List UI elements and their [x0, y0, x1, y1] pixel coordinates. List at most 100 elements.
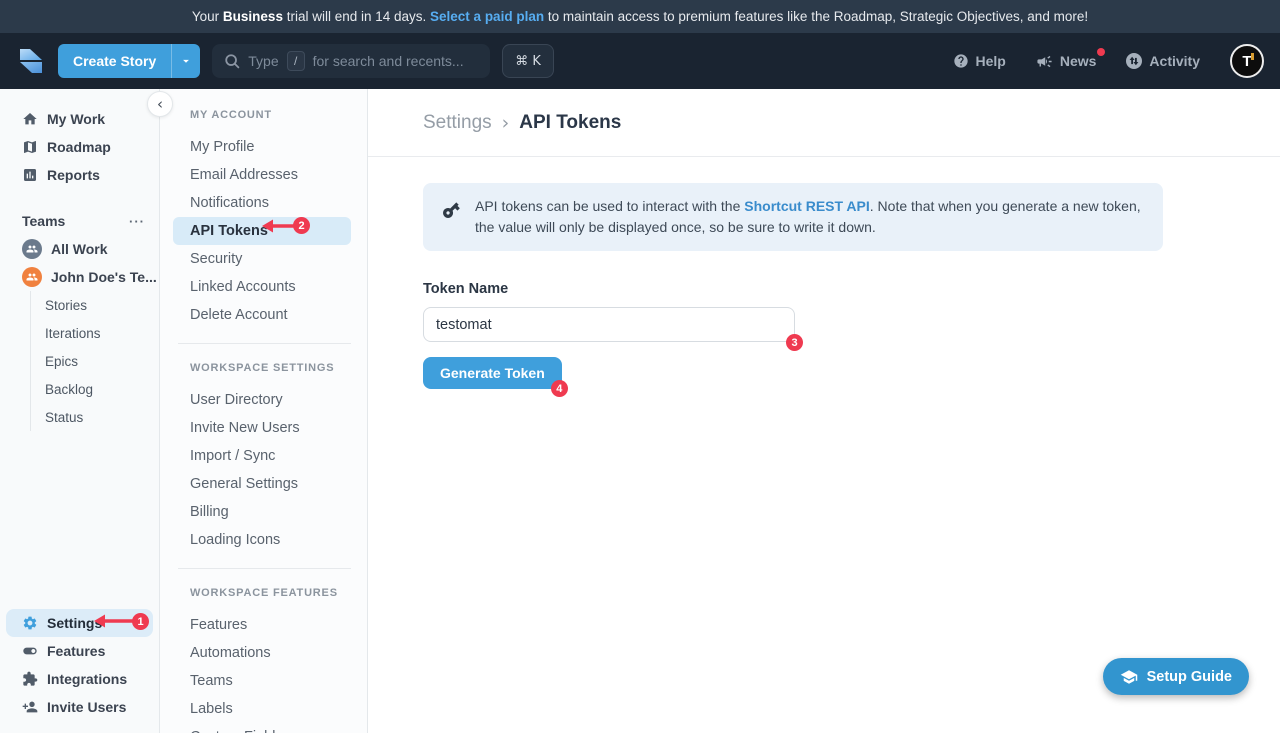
activity-button[interactable]: Activity [1126, 53, 1200, 69]
sidebar-item-all-work[interactable]: All Work [0, 235, 159, 263]
sidebar-item-epics[interactable]: Epics [45, 347, 159, 375]
nav-item-linked-accounts[interactable]: Linked Accounts [160, 273, 367, 301]
nav-item-invite-new-users[interactable]: Invite New Users [160, 414, 367, 442]
page-header: Settings › API Tokens [368, 89, 1280, 157]
rest-api-link[interactable]: Shortcut REST API [744, 198, 870, 214]
sidebar-item-iterations[interactable]: Iterations [45, 319, 159, 347]
section-title-my-account: MY ACCOUNT [160, 105, 367, 125]
create-story-button[interactable]: Create Story [58, 44, 200, 78]
api-info-banner: API tokens can be used to interact with … [423, 183, 1163, 251]
teams-header-label: Teams [22, 213, 65, 229]
api-tokens-content: API tokens can be used to interact with … [368, 157, 1280, 389]
nav-item-billing[interactable]: Billing [160, 498, 367, 526]
nav-item-my-profile[interactable]: My Profile [160, 133, 367, 161]
nav-item-custom-fields[interactable]: Custom Fields [160, 723, 367, 733]
toggle-icon [22, 643, 38, 659]
news-notification-dot [1097, 48, 1105, 56]
token-name-label: Token Name [423, 281, 1280, 297]
sidebar-item-invite-users[interactable]: Invite Users [0, 693, 159, 721]
cmd-k-shortcut[interactable]: ⌘ K [502, 44, 554, 78]
banner-text: Your [192, 9, 223, 24]
nav-item-teams[interactable]: Teams [160, 667, 367, 695]
settings-nav-sidebar: ‹ MY ACCOUNT My Profile Email Addresses … [160, 89, 368, 733]
nav-item-import-sync[interactable]: Import / Sync [160, 442, 367, 470]
bar-chart-icon [22, 167, 38, 183]
nav-item-loading-icons[interactable]: Loading Icons [160, 526, 367, 554]
activity-icon [1126, 53, 1142, 69]
nav-item-security[interactable]: Security [160, 245, 367, 273]
create-story-label[interactable]: Create Story [58, 44, 171, 78]
nav-item-automations[interactable]: Automations [160, 639, 367, 667]
nav-item-user-directory[interactable]: User Directory [160, 386, 367, 414]
help-button[interactable]: Help [953, 53, 1006, 69]
help-icon [953, 53, 969, 69]
group-icon [26, 271, 38, 283]
sidebar-item-status[interactable]: Status [45, 403, 159, 431]
sidebar-item-roadmap[interactable]: Roadmap [0, 133, 159, 161]
nav-item-labels[interactable]: Labels [160, 695, 367, 723]
activity-label: Activity [1149, 53, 1200, 69]
sidebar-item-label: All Work [51, 241, 108, 257]
help-label: Help [976, 53, 1006, 69]
search-placeholder-prefix: Type [248, 53, 278, 69]
sidebar-item-team[interactable]: John Doe's Te... [0, 263, 159, 291]
setup-guide-label: Setup Guide [1147, 669, 1232, 685]
sidebar-item-label: Integrations [47, 671, 127, 687]
app-window: Your Business trial will end in 14 days.… [0, 0, 1280, 733]
megaphone-icon [1036, 53, 1053, 70]
breadcrumb-separator-icon: › [502, 112, 510, 134]
news-label: News [1060, 53, 1097, 69]
collapse-sidebar-button[interactable]: ‹ [147, 91, 173, 117]
sidebar-item-stories[interactable]: Stories [45, 291, 159, 319]
sidebar-item-backlog[interactable]: Backlog [45, 375, 159, 403]
setup-guide-button[interactable]: Setup Guide [1103, 658, 1249, 695]
nav-item-delete-account[interactable]: Delete Account [160, 301, 367, 329]
search-placeholder-suffix: for search and recents... [313, 53, 464, 69]
map-icon [22, 139, 38, 155]
create-story-dropdown[interactable] [171, 44, 200, 78]
main-sidebar: My Work Roadmap Reports Teams ··· All Wo… [0, 89, 160, 733]
navbar-right: Help News Activity T [953, 44, 1265, 78]
nav-item-general-settings[interactable]: General Settings [160, 470, 367, 498]
sidebar-item-my-work[interactable]: My Work [0, 105, 159, 133]
home-icon [22, 111, 38, 127]
search-input[interactable]: Type / for search and recents... [212, 44, 490, 78]
team-avatar [22, 267, 42, 287]
token-name-input[interactable] [423, 307, 795, 342]
nav-item-notifications[interactable]: Notifications [160, 189, 367, 217]
app-body: My Work Roadmap Reports Teams ··· All Wo… [0, 89, 1280, 733]
gear-icon [22, 615, 38, 631]
api-info-text: API tokens can be used to interact with … [475, 196, 1143, 238]
sidebar-item-label: Roadmap [47, 139, 111, 155]
team-sub-list: Stories Iterations Epics Backlog Status [30, 291, 159, 431]
sidebar-item-integrations[interactable]: Integrations [0, 665, 159, 693]
annotation-badge-2: 2 [293, 217, 310, 234]
section-title-workspace-features: WORKSPACE FEATURES [160, 583, 367, 603]
chevron-down-icon [179, 54, 193, 68]
user-avatar[interactable]: T [1230, 44, 1264, 78]
news-button[interactable]: News [1036, 53, 1097, 70]
sidebar-item-label: Invite Users [47, 699, 126, 715]
sidebar-item-reports[interactable]: Reports [0, 161, 159, 189]
teams-more-button[interactable]: ··· [129, 214, 145, 229]
sidebar-item-label: Reports [47, 167, 100, 183]
info-text-part: API tokens can be used to interact with … [475, 198, 744, 214]
annotation-badge-4: 4 [551, 380, 568, 397]
avatar-letter: T [1242, 53, 1251, 70]
nav-item-email-addresses[interactable]: Email Addresses [160, 161, 367, 189]
annotation-badge-3: 3 [786, 334, 803, 351]
banner-plan-name: Business [223, 9, 283, 24]
puzzle-icon [22, 671, 38, 687]
sidebar-item-features[interactable]: Features [0, 637, 159, 665]
teams-section-header: Teams ··· [0, 207, 159, 235]
shortcut-logo-icon[interactable] [16, 46, 46, 76]
divider [178, 568, 351, 569]
generate-token-button[interactable]: Generate Token [423, 357, 562, 389]
breadcrumb-settings[interactable]: Settings [423, 112, 492, 134]
nav-item-features[interactable]: Features [160, 611, 367, 639]
top-navbar: Create Story Type / for search and recen… [0, 33, 1280, 89]
select-paid-plan-link[interactable]: Select a paid plan [430, 9, 544, 24]
slash-key-hint: / [287, 51, 305, 71]
main-content: Settings › API Tokens API tokens can be … [368, 89, 1280, 733]
key-icon [441, 200, 461, 220]
